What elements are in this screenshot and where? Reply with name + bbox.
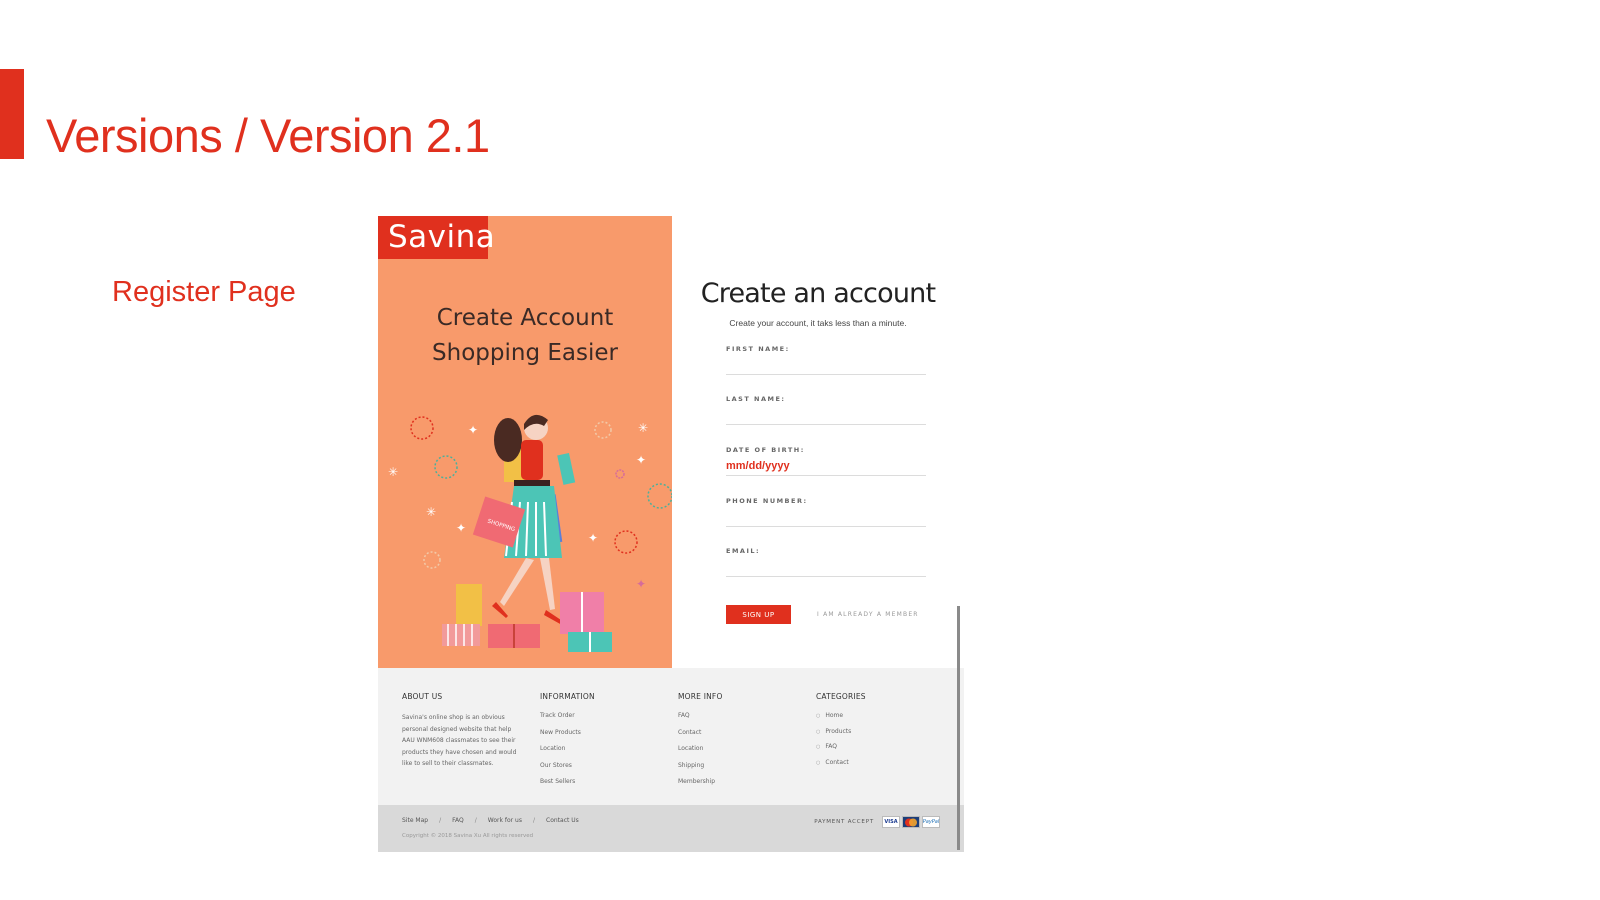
register-form: Create an account Create your account, i…	[672, 216, 964, 668]
footer-information: INFORMATION Track Order New Products Loc…	[540, 692, 670, 795]
page-label: Register Page	[112, 276, 296, 308]
site-footer: ABOUT US Savina's online shop is an obvi…	[378, 668, 964, 805]
svg-text:✦: ✦	[588, 531, 598, 545]
separator: /	[439, 817, 442, 824]
form-subtitle: Create your account, it taks less than a…	[729, 318, 907, 328]
promo-heading: Create Account Shopping Easier	[378, 301, 672, 371]
promo-heading-line2: Shopping Easier	[432, 340, 618, 366]
sign-up-button[interactable]: SIGN UP	[726, 605, 791, 624]
promo-panel: Savina Create Account Shopping Easier ✦ …	[378, 216, 672, 668]
dob-field: DATE OF BIRTH:	[726, 446, 926, 476]
work-for-us-link[interactable]: Work for us	[488, 817, 522, 824]
svg-text:✦: ✦	[456, 521, 466, 535]
footer-more-info: MORE INFO FAQ Contact Location Shipping …	[678, 692, 808, 795]
email-label: EMAIL:	[726, 547, 761, 555]
dob-label: DATE OF BIRTH:	[726, 446, 805, 454]
faq-link[interactable]: FAQ	[452, 817, 464, 824]
phone-field: PHONE NUMBER:	[726, 497, 926, 527]
footer-about: ABOUT US Savina's online shop is an obvi…	[402, 692, 532, 770]
bottom-bar: Site Map / FAQ / Work for us / Contact Us Copy…	[378, 805, 964, 852]
register-page-mockup: Savina Create Account Shopping Easier ✦ …	[378, 216, 964, 852]
payment-accept: PAYMENT ACCEPT VISA PayPal	[814, 816, 940, 828]
contact-us-link[interactable]: Contact Us	[546, 817, 579, 824]
svg-text:✳: ✳	[388, 465, 398, 479]
shopping-girl-illustration: ✦ ✳ ✦ ✳ ✳ ✦ ✦ ✦ SHOPPING	[388, 414, 672, 652]
footer-link-contact[interactable]: Contact	[678, 729, 808, 736]
footer-link-location-info[interactable]: Location	[678, 745, 808, 752]
svg-text:✦: ✦	[468, 423, 478, 437]
footer-link-shipping[interactable]: Shipping	[678, 762, 808, 769]
footer-about-text: Savina's online shop is an obvious perso…	[402, 714, 517, 767]
first-name-label: FIRST NAME:	[726, 345, 790, 353]
last-name-field: LAST NAME:	[726, 395, 926, 425]
footer-about-title: ABOUT US	[402, 692, 443, 701]
footer-link-location[interactable]: Location	[540, 745, 670, 752]
svg-text:✦: ✦	[636, 453, 646, 467]
last-name-input[interactable]	[726, 408, 926, 422]
bottom-links: Site Map / FAQ / Work for us / Contact Us	[402, 817, 579, 824]
savina-logo[interactable]: Savina	[378, 216, 495, 259]
payment-label: PAYMENT ACCEPT	[814, 819, 874, 825]
category-faq[interactable]: FAQ	[816, 743, 946, 750]
email-input[interactable]	[726, 560, 926, 574]
promo-heading-line1: Create Account	[436, 305, 614, 331]
phone-input[interactable]	[726, 510, 926, 524]
dob-input[interactable]	[726, 459, 926, 473]
visa-card-icon: VISA	[882, 816, 900, 828]
footer-more-info-title: MORE INFO	[678, 692, 723, 701]
footer-information-title: INFORMATION	[540, 692, 595, 701]
slide-accent-bar	[0, 69, 24, 159]
copyright-text: Copyright © 2018 Savina Xu All rights re…	[402, 833, 534, 839]
footer-categories: CATEGORIES Home Products FAQ Contact	[816, 692, 946, 774]
scrollbar[interactable]	[957, 606, 960, 850]
footer-link-faq[interactable]: FAQ	[678, 712, 808, 719]
footer-categories-title: CATEGORIES	[816, 692, 866, 701]
mastercard-icon	[902, 816, 920, 828]
separator: /	[474, 817, 477, 824]
svg-text:✳: ✳	[426, 505, 436, 519]
email-field: EMAIL:	[726, 547, 926, 577]
footer-link-our-stores[interactable]: Our Stores	[540, 762, 670, 769]
footer-link-new-products[interactable]: New Products	[540, 729, 670, 736]
paypal-card-icon: PayPal	[922, 816, 940, 828]
phone-label: PHONE NUMBER:	[726, 497, 808, 505]
category-home[interactable]: Home	[816, 712, 946, 719]
category-contact[interactable]: Contact	[816, 759, 946, 766]
footer-link-track-order[interactable]: Track Order	[540, 712, 670, 719]
slide-title: Versions / Version 2.1	[46, 109, 490, 162]
svg-text:✦: ✦	[636, 577, 646, 591]
category-products[interactable]: Products	[816, 728, 946, 735]
first-name-input[interactable]	[726, 358, 926, 372]
footer-link-membership[interactable]: Membership	[678, 778, 808, 785]
first-name-field: FIRST NAME:	[726, 345, 926, 375]
svg-text:✳: ✳	[638, 421, 648, 435]
site-map-link[interactable]: Site Map	[402, 817, 428, 824]
last-name-label: LAST NAME:	[726, 395, 786, 403]
already-member-link[interactable]: I AM ALREADY A MEMBER	[817, 611, 919, 618]
separator: /	[532, 817, 535, 824]
form-title: Create an account	[700, 278, 936, 309]
footer-link-best-sellers[interactable]: Best Sellers	[540, 778, 670, 785]
